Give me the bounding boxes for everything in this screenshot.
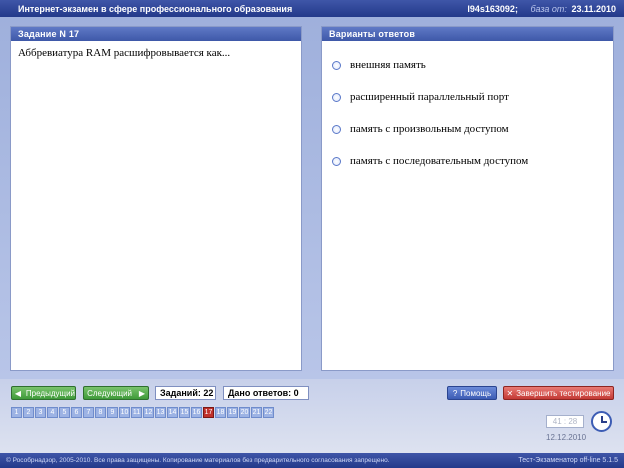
task-number-button[interactable]: 7: [83, 407, 94, 418]
task-number-button[interactable]: 21: [251, 407, 262, 418]
work-area: Задание N 17 Аббревиатура RAM расшифровы…: [0, 17, 624, 379]
title-bar: Интернет-экзамен в сфере профессионально…: [0, 0, 624, 17]
task-number-strip: 1 2 3 4 5 6 7 8 9 10 11 12 13 14 15 16 17 18 19 20 21 22: [11, 407, 274, 418]
timer-display: 41 : 28: [546, 415, 584, 428]
task-number-button[interactable]: 9: [107, 407, 118, 418]
task-number-button[interactable]: 12: [143, 407, 154, 418]
next-button[interactable]: Следующий ▶: [83, 386, 149, 400]
task-number-button[interactable]: 3: [35, 407, 46, 418]
radio-button[interactable]: [332, 92, 341, 102]
arrow-right-icon: ▶: [138, 388, 146, 398]
header-info: l94s163092; база от: 23.11.2010: [467, 4, 616, 14]
session-id: l94s163092;: [467, 3, 518, 14]
task-number-button[interactable]: 19: [227, 407, 238, 418]
clock-icon: [591, 411, 612, 432]
task-number-button[interactable]: 13: [155, 407, 166, 418]
finish-test-button[interactable]: ✕ Завершить тестирование: [503, 386, 614, 400]
task-number-button[interactable]: 10: [119, 407, 130, 418]
radio-button[interactable]: [332, 124, 341, 134]
task-number-button[interactable]: 20: [239, 407, 250, 418]
base-date: 23.11.2010: [571, 3, 616, 14]
task-number-button[interactable]: 1: [11, 407, 22, 418]
app-title: Интернет-экзамен в сфере профессионально…: [18, 3, 293, 14]
answer-option[interactable]: расширенный параллельный порт: [332, 81, 613, 113]
question-icon: ?: [452, 388, 458, 398]
navigation-bar: ◀ Предыдущий Следующий ▶ Заданий: 22 Дан…: [0, 379, 624, 453]
question-text: Аббревиатура RAM расшифровывается как...: [18, 47, 231, 59]
task-number-button[interactable]: 15: [179, 407, 190, 418]
answer-option[interactable]: память с произвольным доступом: [332, 113, 613, 145]
current-date: 12.12.2010: [546, 433, 587, 442]
task-number-button[interactable]: 2: [23, 407, 34, 418]
answers-count: Дано ответов: 0: [223, 386, 309, 400]
task-number-button[interactable]: 6: [71, 407, 82, 418]
task-number-button[interactable]: 4: [47, 407, 58, 418]
task-number-button[interactable]: 16: [191, 407, 202, 418]
tasks-count: Заданий: 22: [155, 386, 216, 400]
task-panel-title: Задание N 17: [11, 27, 301, 41]
runner-icon: ✕: [506, 388, 514, 398]
task-number-button[interactable]: 11: [131, 407, 142, 418]
answer-option[interactable]: внешняя память: [332, 49, 613, 81]
task-number-button[interactable]: 17: [203, 407, 214, 418]
footer: © Рособрнадзор, 2005-2010. Все права защ…: [0, 453, 624, 468]
copyright-text: © Рособрнадзор, 2005-2010. Все права защ…: [6, 457, 390, 464]
answer-option-label[interactable]: расширенный параллельный порт: [350, 91, 509, 103]
answer-option-label[interactable]: память с последовательным доступом: [350, 155, 528, 167]
task-panel: Задание N 17 Аббревиатура RAM расшифровы…: [10, 26, 302, 371]
version-text: Тест-Экзаменатор off-line 5.1.5: [518, 457, 618, 464]
radio-button[interactable]: [332, 156, 341, 166]
answer-option[interactable]: память с последовательным доступом: [332, 145, 613, 177]
task-number-button[interactable]: 5: [59, 407, 70, 418]
answers-panel: Варианты ответов внешняя память расширен…: [321, 26, 614, 371]
base-label: база от:: [530, 3, 567, 14]
answer-option-label[interactable]: память с произвольным доступом: [350, 123, 509, 135]
answer-options: внешняя память расширенный параллельный …: [322, 41, 613, 177]
radio-button[interactable]: [332, 60, 341, 70]
previous-button[interactable]: ◀ Предыдущий: [11, 386, 76, 400]
task-number-button[interactable]: 18: [215, 407, 226, 418]
task-number-button[interactable]: 22: [263, 407, 274, 418]
help-button[interactable]: ? Помощь: [447, 386, 497, 400]
answers-panel-title: Варианты ответов: [322, 27, 613, 41]
arrow-left-icon: ◀: [14, 388, 22, 398]
task-number-button[interactable]: 14: [167, 407, 178, 418]
answer-option-label[interactable]: внешняя память: [350, 59, 426, 71]
task-number-button[interactable]: 8: [95, 407, 106, 418]
